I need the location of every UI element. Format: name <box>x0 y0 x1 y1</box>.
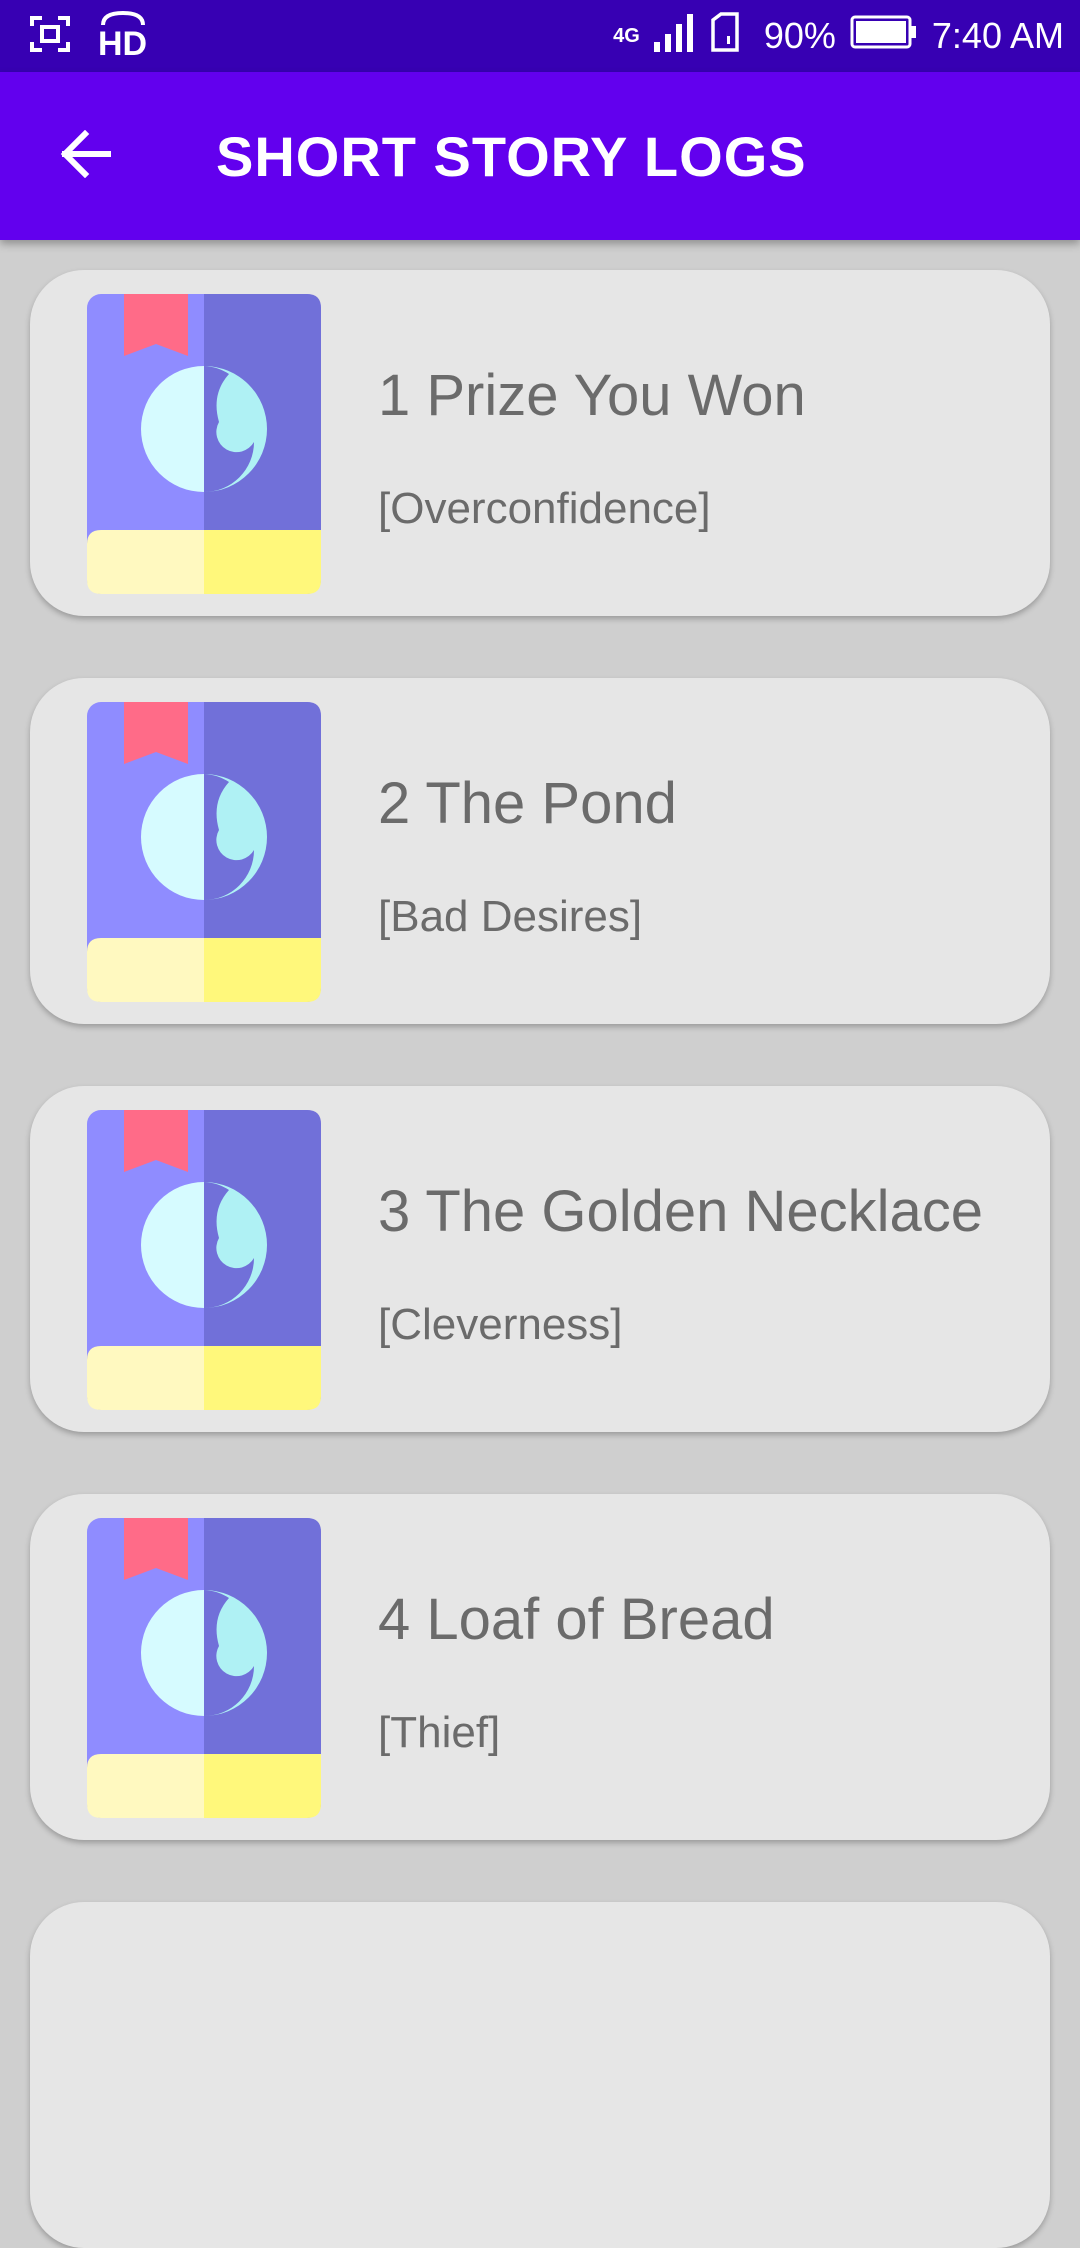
status-right: 4G 90% 7:40 AM <box>613 11 1064 61</box>
story-title: 3 The Golden Necklace <box>378 1179 984 1244</box>
back-button[interactable] <box>30 101 140 211</box>
story-moral: [Cleverness] <box>378 1300 623 1349</box>
page-title: SHORT STORY LOGS <box>216 124 807 188</box>
book-icon <box>87 294 321 594</box>
battery-icon <box>850 15 918 58</box>
status-bar: HD 4G 90% 7:40 AM <box>0 0 1080 72</box>
arrow-left-icon <box>59 129 112 183</box>
story-card[interactable]: 3 The Golden Necklace [Cleverness] <box>30 1086 1050 1432</box>
story-card[interactable]: 2 The Pond [Bad Desires] <box>30 678 1050 1024</box>
sim-icon <box>710 11 740 61</box>
story-moral: [Overconfidence] <box>378 484 711 533</box>
story-title: 1 Prize You Won <box>378 363 806 428</box>
story-card[interactable]: 4 Loaf of Bread [Thief] <box>30 1494 1050 1840</box>
book-icon <box>87 1110 321 1410</box>
story-title: 4 Loaf of Bread <box>378 1587 775 1652</box>
network-type-label: 4G <box>613 24 640 47</box>
app-bar: SHORT STORY LOGS <box>0 72 1080 240</box>
clock: 7:40 AM <box>931 15 1064 56</box>
story-moral: [Bad Desires] <box>378 892 643 941</box>
story-title: 2 The Pond <box>378 771 677 836</box>
story-moral: [Thief] <box>378 1708 501 1757</box>
signal-icon <box>653 12 696 61</box>
screenshot-icon <box>30 15 70 57</box>
hd-label: HD <box>98 25 148 63</box>
hd-voice-icon: HD <box>98 11 147 61</box>
book-icon <box>87 702 321 1002</box>
story-card[interactable]: 1 Prize You Won [Overconfidence] <box>30 270 1050 616</box>
battery-percent: 90% <box>763 15 836 56</box>
book-icon <box>87 1518 321 1818</box>
story-card[interactable] <box>30 1902 1050 2248</box>
status-left: HD <box>30 11 147 61</box>
